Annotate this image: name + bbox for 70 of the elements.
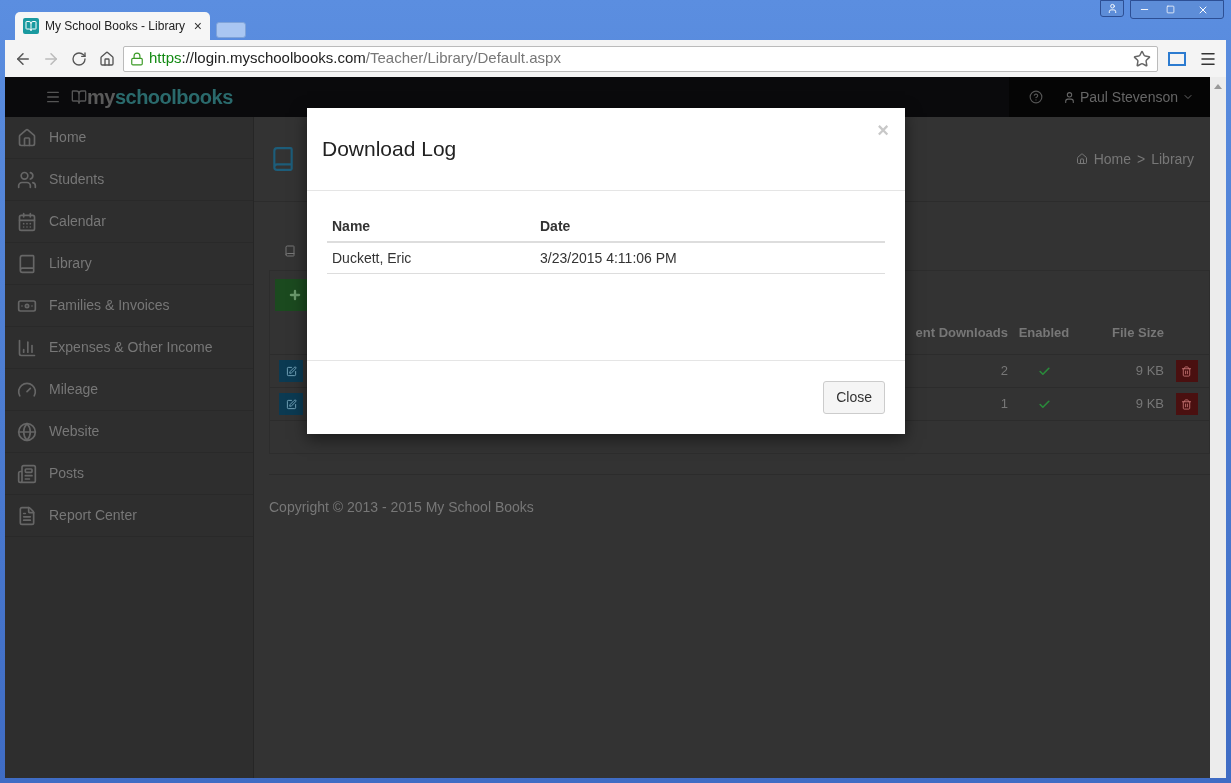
- copyright-text: Copyright © 2013 - 2015 My School Books: [269, 499, 534, 515]
- calendar-icon: [17, 211, 37, 232]
- home-icon: [17, 127, 37, 148]
- dialog-close-button[interactable]: ×: [877, 120, 889, 140]
- brand-logo-icon: [71, 89, 87, 105]
- column-header: File Size: [1110, 323, 1164, 342]
- user-icon: [1062, 90, 1076, 104]
- newspaper-icon: [17, 463, 37, 484]
- user-icon: [1106, 3, 1118, 14]
- trash-icon: [1181, 365, 1192, 377]
- dialog-title: Download Log: [322, 136, 457, 163]
- column-header: Enabled: [1017, 323, 1071, 342]
- globe-icon: [17, 421, 37, 442]
- address-bar[interactable]: https://login.myschoolbooks.com/Teacher/Library/Default.aspx: [123, 45, 1158, 72]
- table-cell-text: 3/23/2015 4:11:06 PM: [539, 248, 677, 268]
- plus-icon: [288, 288, 302, 302]
- profile-button[interactable]: [1100, 0, 1124, 17]
- book-icon: [17, 253, 37, 274]
- users-icon: [17, 169, 37, 190]
- table-cell-text: 9 KB: [1134, 362, 1164, 381]
- browser-tab[interactable]: My School Books - Library ×: [15, 12, 210, 40]
- table-cell-text: 1: [999, 395, 1008, 414]
- edit-button[interactable]: [279, 360, 303, 382]
- tab-title: My School Books - Library: [45, 18, 186, 35]
- scroll-up-arrow-icon[interactable]: [1214, 84, 1222, 89]
- sidebar-item[interactable]: Mileage: [5, 369, 253, 411]
- sidebar-item[interactable]: Students: [5, 159, 253, 201]
- sidebar-item[interactable]: Expenses & Other Income: [5, 327, 253, 369]
- sidebar-item[interactable]: Report Center: [5, 495, 253, 537]
- column-header: ent Downloads: [914, 323, 1008, 342]
- edit-button[interactable]: [279, 393, 303, 415]
- lock-icon: [130, 51, 144, 66]
- delete-button[interactable]: [1175, 360, 1198, 382]
- scrollbar[interactable]: [1210, 77, 1226, 778]
- table-cell-text: 9 KB: [1134, 395, 1164, 414]
- edit-icon: [285, 398, 297, 410]
- column-header: Name: [331, 216, 372, 236]
- library-book-icon: [270, 146, 296, 172]
- table-cell-text: Duckett, Eric: [331, 248, 413, 268]
- sidebar-item[interactable]: Library: [5, 243, 253, 285]
- close-button[interactable]: Close: [823, 381, 885, 414]
- home-icon: [99, 50, 115, 67]
- help-icon[interactable]: [1028, 90, 1043, 104]
- maximize-icon: [1165, 5, 1175, 14]
- table-cell-text: 2: [999, 362, 1008, 381]
- sidebar-item[interactable]: Families & Invoices: [5, 285, 253, 327]
- check-icon: [1037, 397, 1051, 411]
- new-tab-button[interactable]: [216, 22, 246, 38]
- sidebar-item[interactable]: Calendar: [5, 201, 253, 243]
- breadcrumb-separator: >: [1137, 149, 1146, 169]
- cast-icon[interactable]: [1168, 51, 1186, 66]
- breadcrumb-link[interactable]: Home: [1093, 148, 1131, 170]
- sidebar-item[interactable]: Website: [5, 411, 253, 453]
- bar-chart-icon: [17, 337, 37, 358]
- trash-icon: [1181, 398, 1192, 410]
- book-icon: [284, 245, 296, 257]
- url-text: https://login.myschoolbooks.com/Teacher/Library/Default.aspx: [149, 48, 561, 69]
- breadcrumb-link[interactable]: Library: [1151, 148, 1194, 170]
- sidebar-item[interactable]: Home: [5, 117, 253, 159]
- delete-button[interactable]: [1175, 393, 1198, 415]
- bookmark-star-icon[interactable]: [1133, 49, 1151, 68]
- document-icon: [17, 505, 37, 526]
- reload-icon: [71, 50, 87, 67]
- home-icon: [1075, 153, 1088, 165]
- tab-close-button[interactable]: ×: [193, 15, 202, 37]
- sidebar-item[interactable]: Posts: [5, 453, 253, 495]
- check-icon: [1037, 364, 1051, 378]
- brand-name[interactable]: myschoolbooks: [87, 82, 233, 112]
- edit-icon: [285, 365, 297, 377]
- column-header: Date: [539, 216, 571, 236]
